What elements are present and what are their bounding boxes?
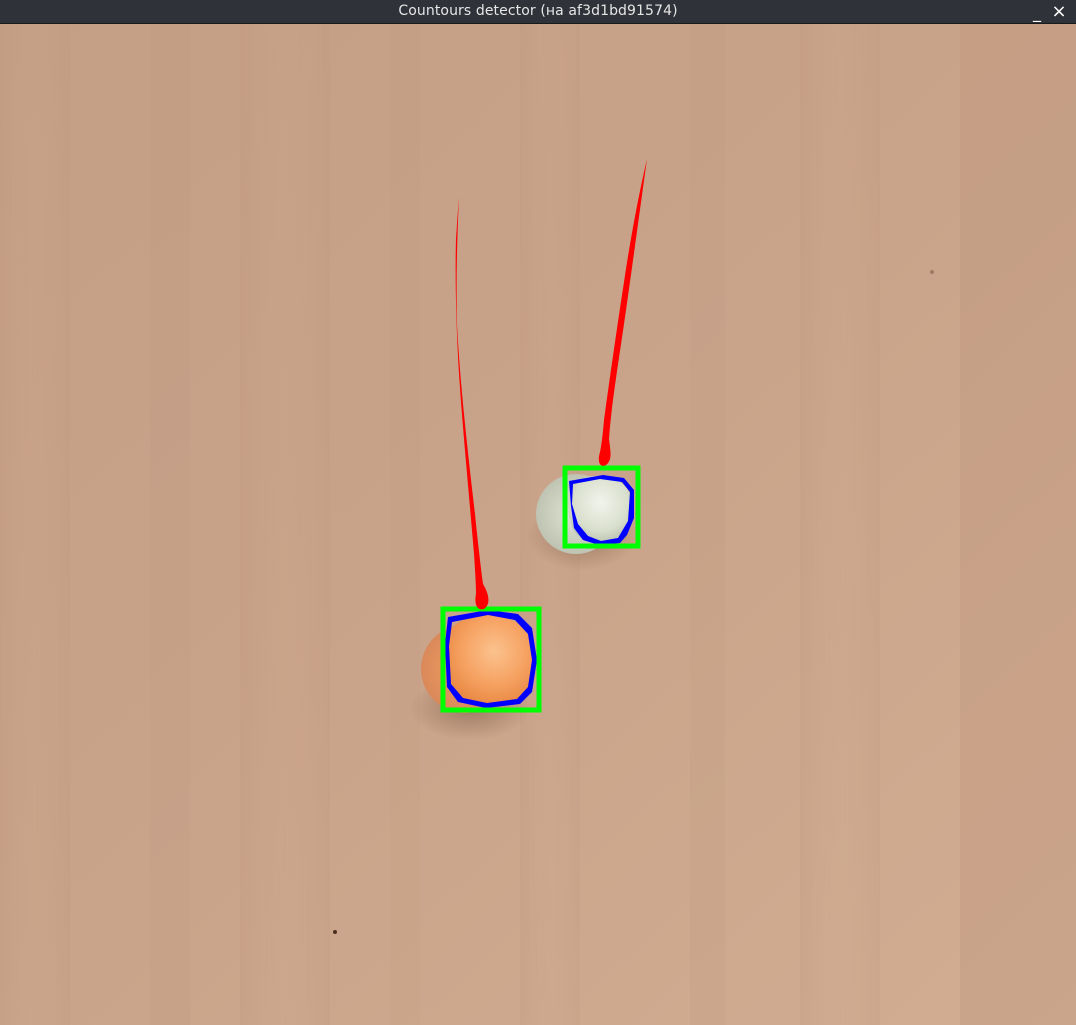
- minimize-button[interactable]: _: [1026, 0, 1048, 24]
- app-window: Countours detector (на af3d1bd91574) _ ×: [0, 0, 1076, 1025]
- camera-frame: [0, 24, 1076, 1025]
- detection-view: [0, 24, 1076, 1025]
- title-bar[interactable]: Countours detector (на af3d1bd91574) _ ×: [0, 0, 1076, 24]
- close-button[interactable]: ×: [1048, 1, 1070, 24]
- table-speck: [930, 270, 934, 274]
- window-controls: _ ×: [1026, 0, 1070, 24]
- window-title: Countours detector (на af3d1bd91574): [398, 3, 678, 19]
- table-speck: [333, 930, 337, 934]
